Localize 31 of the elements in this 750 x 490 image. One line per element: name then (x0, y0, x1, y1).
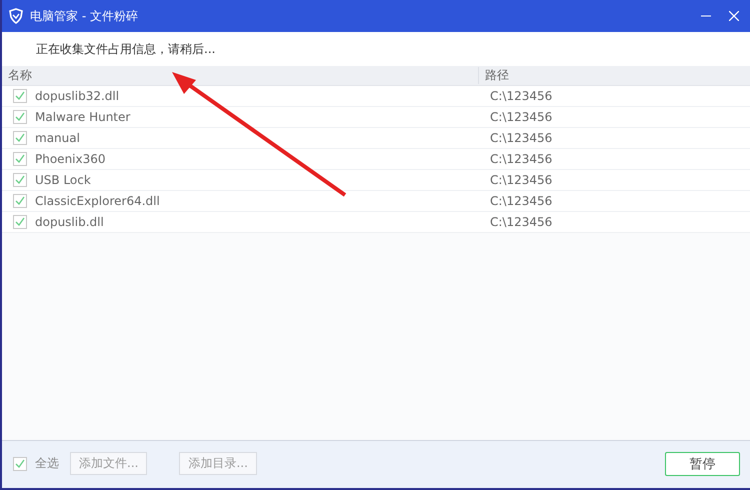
checkbox[interactable] (13, 110, 27, 124)
file-path: C:\123456 (490, 89, 552, 103)
checkbox[interactable] (13, 89, 27, 103)
file-path: C:\123456 (490, 173, 552, 187)
file-path: C:\123456 (490, 152, 552, 166)
checkbox[interactable] (13, 152, 27, 166)
select-all-label: 全选 (35, 455, 59, 472)
file-path: C:\123456 (490, 194, 552, 208)
window-title: 电脑管家 - 文件粉碎 (30, 8, 138, 24)
checkbox[interactable] (13, 456, 27, 470)
file-path: C:\123456 (490, 110, 552, 124)
file-name: dopuslib32.dll (35, 89, 120, 103)
file-name: Malware Hunter (35, 110, 132, 124)
status-text: 正在收集文件占用信息，请稍后... (36, 40, 216, 58)
file-name: manual (35, 131, 81, 145)
shield-icon (8, 8, 24, 24)
add-button[interactable]: 添加目录... (179, 452, 257, 475)
checkbox[interactable] (13, 173, 27, 187)
file-name: ClassicExplorer64.dll (35, 194, 161, 208)
column-header: 路径 (484, 67, 509, 84)
pause-button[interactable]: 暂停 (665, 452, 740, 476)
file-name: USB Lock (35, 173, 92, 187)
checkbox[interactable] (13, 194, 27, 208)
file-name: Phoenix360 (35, 152, 107, 166)
file-path: C:\123456 (490, 215, 552, 229)
file-path: C:\123456 (490, 131, 552, 145)
file-name: dopuslib.dll (35, 215, 105, 229)
close-icon (729, 11, 739, 21)
checkbox[interactable] (13, 131, 27, 145)
add-button[interactable]: 添加文件... (70, 452, 148, 475)
checkbox[interactable] (13, 215, 27, 229)
